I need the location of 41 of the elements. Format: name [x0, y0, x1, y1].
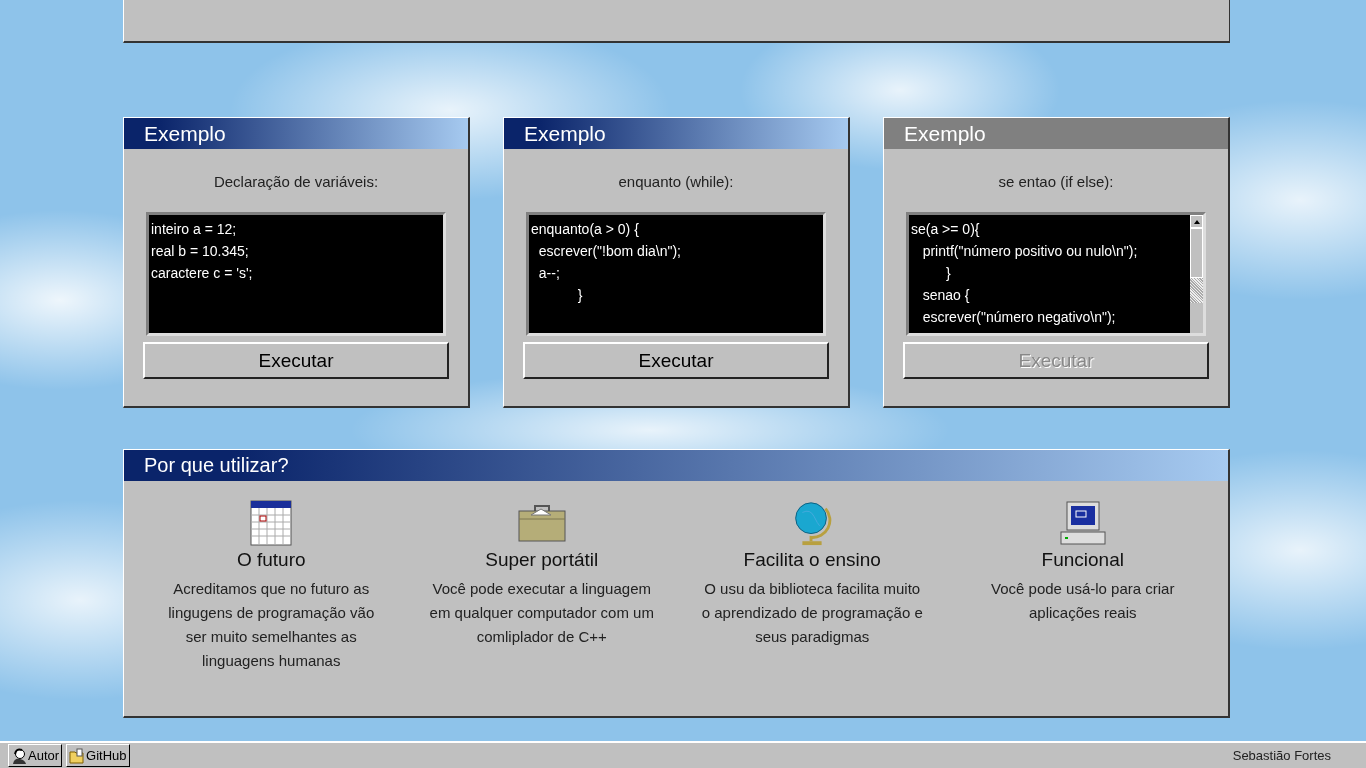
feature-description: Acreditamos que no futuro as lingugens de programação vão ser muito semelhantes as linguagens humanas	[167, 579, 376, 671]
feature-description: Você pode usá-lo para criar aplicações reais	[990, 579, 1176, 623]
code-line: real b = 10.345;	[151, 242, 250, 261]
code-editor[interactable]: se(a >= 0){ printf("número positivo ou nulo\n"); } senao { escrever("número negativo\n");	[906, 212, 1206, 336]
code-line: senao {	[921, 286, 971, 305]
run-button[interactable]: Executar	[143, 342, 449, 379]
taskbar-button[interactable]: Autor	[8, 744, 63, 767]
example-caption: Declaração de variáveis:	[213, 173, 379, 190]
run-button[interactable]: Executar	[523, 342, 829, 379]
code-line: }	[576, 286, 584, 305]
example-caption: se entao (if else):	[998, 173, 1114, 190]
feature-title: Funcional	[1041, 549, 1124, 571]
card-title: Exemplo	[884, 118, 1228, 149]
feature-title: Facilita o ensino	[743, 549, 881, 571]
example-caption: enquanto (while):	[618, 173, 734, 190]
card-title: Exemplo	[504, 118, 848, 149]
scrollbar-thumb[interactable]	[1190, 278, 1203, 303]
folder-icon	[69, 747, 86, 764]
code-editor[interactable]: inteiro a = 12; real b = 10.345; caractere c = 's';	[146, 212, 446, 336]
card-title: Exemplo	[124, 118, 468, 149]
feature-description: Você pode executar a linguagem em qualquer computador com um comliplador de C++	[428, 579, 655, 647]
feature-title: Super portátil	[485, 549, 599, 571]
panel-title: Por que utilizar?	[124, 450, 1228, 481]
code-line: se(a >= 0){	[911, 220, 981, 239]
taskbar-button[interactable]: GitHub	[66, 744, 130, 767]
up-arrow-icon	[1193, 219, 1200, 224]
globe-icon	[792, 499, 833, 547]
code-line: escrever("número negativo\n");	[921, 308, 1117, 327]
code-line: }	[945, 264, 952, 283]
code-line: escrever("!bom dia\n");	[537, 242, 682, 261]
computer-icon	[1058, 499, 1107, 547]
code-line: caractere c = 's';	[151, 264, 254, 283]
person-icon	[11, 747, 27, 764]
code-editor[interactable]: enquanto(a > 0) { escrever("!bom dia\n"); a--; }	[526, 212, 826, 336]
code-line: a--;	[537, 264, 561, 283]
code-line: inteiro a = 12;	[151, 220, 238, 239]
feature-description: O usu da biblioteca facilita muito o aprendizado de programação e seus paradigmas	[700, 579, 924, 647]
author-name: Sebastião Fortes	[1232, 748, 1331, 763]
feature-title: O futuro	[236, 549, 306, 571]
code-line: printf("número positivo ou nulo\n");	[921, 242, 1139, 261]
code-line: enquanto(a > 0) {	[531, 220, 640, 239]
